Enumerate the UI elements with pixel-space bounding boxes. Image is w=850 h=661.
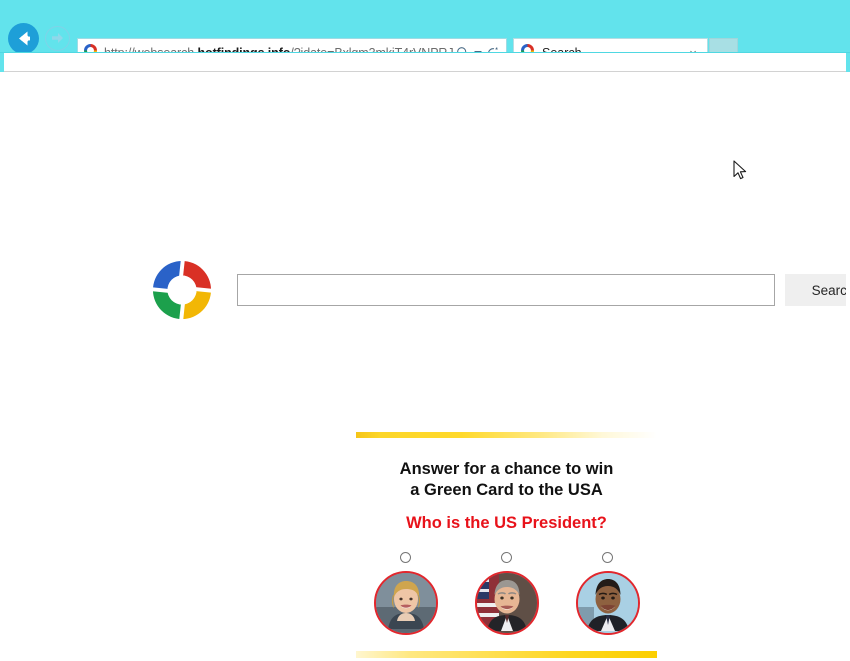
browser-viewport: Search Answer for a chance to win a Gree… [4,53,846,661]
choice-george-w-bush[interactable] [474,552,539,636]
photo-george-w-bush[interactable] [474,571,539,636]
choice-hillary-clinton[interactable] [373,552,438,636]
choice-barack-obama[interactable] [575,552,640,636]
promo-headline: Answer for a chance to win a Green Card … [356,459,657,501]
promo-headline-line2: a Green Card to the USA [410,481,603,500]
forward-button[interactable] [45,26,70,51]
radio-hillary-clinton[interactable] [400,552,411,564]
search-area: Search [149,257,846,323]
browser-toolbar: http://websearch.hotfindings.info/?idate… [0,14,850,67]
forward-arrow-icon [52,33,63,43]
promo-choices [356,552,657,636]
radio-george-w-bush[interactable] [501,552,512,564]
search-input[interactable] [237,274,775,306]
photo-hillary-clinton[interactable] [373,571,438,636]
promo-banner: Answer for a chance to win a Green Card … [356,432,657,659]
promo-bottom-bar [356,651,657,659]
back-arrow-icon [19,31,30,46]
photo-barack-obama[interactable] [575,571,640,636]
web-page: Search Answer for a chance to win a Gree… [4,72,846,661]
radio-barack-obama[interactable] [602,552,613,564]
promo-top-bar [356,432,657,438]
search-button[interactable]: Search [785,274,846,306]
promo-headline-line1: Answer for a chance to win [399,460,614,478]
promo-question: Who is the US President? [406,514,607,533]
four-color-ring-logo [149,257,215,323]
back-button[interactable] [8,23,39,54]
